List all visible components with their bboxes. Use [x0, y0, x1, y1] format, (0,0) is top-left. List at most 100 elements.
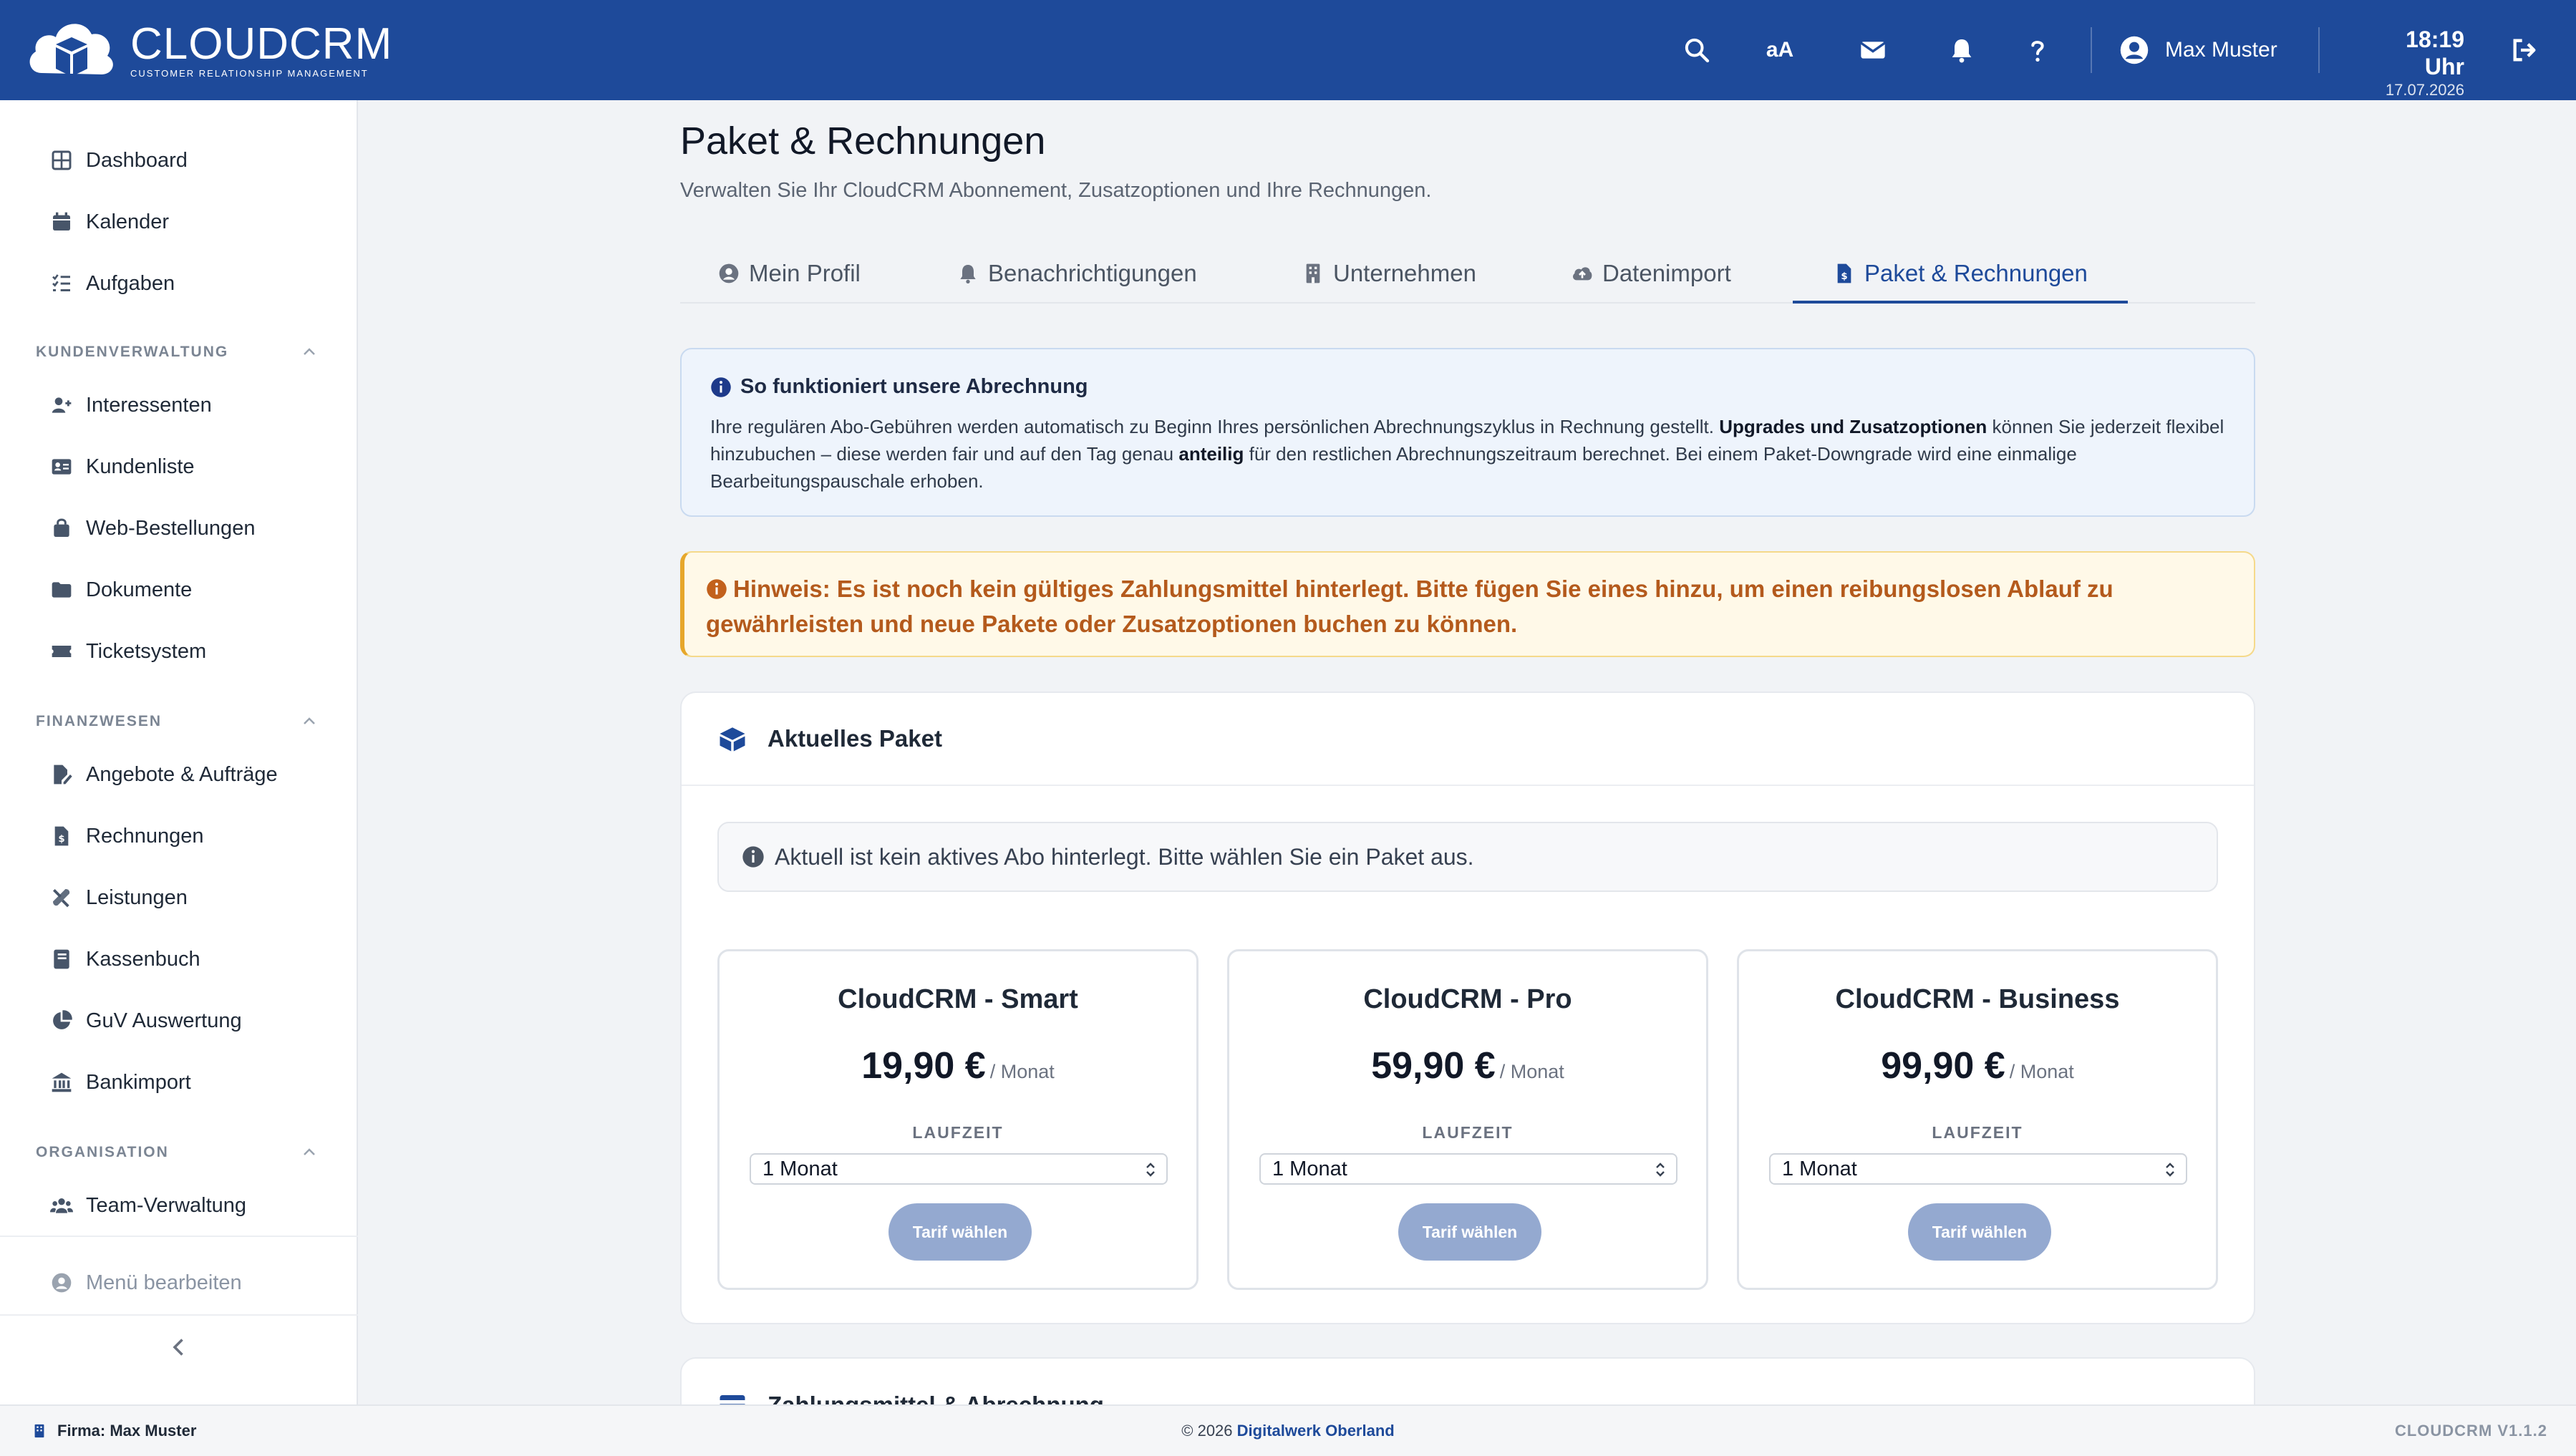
search-icon: [1685, 38, 1710, 63]
plan-price: 59,90 € / Monat: [1229, 1044, 1706, 1087]
active-tab-indicator: [1793, 301, 2128, 304]
price-amount: 99,90 €: [1881, 1045, 2005, 1087]
info-circle-icon: [707, 579, 727, 599]
top-header: CLOUDCRM CUSTOMER RELATIONSHIP MANAGEMEN…: [0, 0, 2576, 100]
chevron-up-icon[interactable]: [301, 344, 318, 361]
select-arrows-icon: [1656, 1163, 1665, 1177]
tab-mein-profil[interactable]: Mein Profil: [717, 243, 861, 304]
invoice-icon: $: [54, 826, 69, 846]
shopping-bag-icon: [54, 518, 69, 537]
book-icon: [54, 949, 69, 969]
sidebar-item-guv[interactable]: GuV Auswertung: [50, 999, 242, 1042]
term-value: 1 Monat: [1782, 1157, 1857, 1180]
plan-name: CloudCRM - Business: [1835, 984, 2120, 1014]
sidebar-item-tasks[interactable]: Aufgaben: [50, 262, 175, 305]
user-menu[interactable]: Max Muster: [2119, 30, 2277, 70]
chevron-up-icon[interactable]: [301, 713, 318, 730]
sidebar-item-dashboard[interactable]: Dashboard: [50, 139, 188, 182]
tab-datenimport[interactable]: Datenimport: [1571, 243, 1731, 304]
info-title-text: So funktioniert unsere Abrechnung: [740, 375, 1088, 398]
term-select[interactable]: 1 Monat: [1769, 1153, 2187, 1185]
sidebar-item-label: Leistungen: [86, 885, 188, 909]
sidebar-divider: [0, 1314, 358, 1316]
info-circle-icon: [711, 377, 731, 397]
bell-icon: [960, 265, 976, 283]
current-package-card: Aktuelles Paket Aktuell ist kein aktives…: [680, 691, 2255, 1324]
sidebar-item-label: Ticketsystem: [86, 639, 207, 663]
users-icon: [50, 1198, 73, 1213]
term-select[interactable]: 1 Monat: [750, 1153, 1168, 1185]
pie-chart-icon: [53, 1010, 72, 1029]
calendar-icon: [53, 212, 70, 230]
info-text-bold: anteilig: [1178, 443, 1244, 465]
term-select[interactable]: 1 Monat: [1259, 1153, 1677, 1185]
tab-paket-rechnungen[interactable]: $ Paket & Rechnungen: [1833, 243, 2088, 304]
sidebar-item-bankimport[interactable]: Bankimport: [50, 1061, 191, 1104]
tab-label: Mein Profil: [749, 260, 861, 286]
invoice-icon: $: [1837, 263, 1851, 283]
info-title: So funktioniert unsere Abrechnung: [710, 375, 2225, 399]
tab-label: Paket & Rechnungen: [1864, 260, 2088, 286]
choose-plan-button[interactable]: Tarif wählen: [888, 1203, 1032, 1261]
sidebar-item-dokumente[interactable]: Dokumente: [50, 568, 192, 611]
sidebar-item-kassenbuch[interactable]: Kassenbuch: [50, 938, 200, 981]
menu-edit-button[interactable]: Menü bearbeiten: [50, 1261, 242, 1304]
clock-time: 18:19 Uhr: [2406, 26, 2464, 79]
sidebar-item-team[interactable]: Team-Verwaltung: [50, 1184, 246, 1227]
search-button[interactable]: [1677, 30, 1717, 70]
sidebar-section-title[interactable]: ORGANISATION: [36, 1144, 169, 1161]
sidebar-item-label: Web-Bestellungen: [86, 516, 256, 540]
ticket-icon: [52, 646, 72, 657]
plan-name: CloudCRM - Pro: [1363, 984, 1572, 1014]
payment-warning: Hinweis: Es ist noch kein gültiges Zahlu…: [680, 551, 2255, 657]
price-period: / Monat: [989, 1061, 1055, 1082]
tab-benachrichtigungen[interactable]: Benachrichtigungen: [957, 243, 1197, 304]
sidebar-section-title[interactable]: FINANZWESEN: [36, 713, 162, 730]
sidebar-section-title[interactable]: KUNDENVERWALTUNG: [36, 344, 228, 361]
sidebar-item-label: Aufgaben: [86, 271, 175, 295]
tab-label: Unternehmen: [1333, 260, 1476, 286]
user-name: Max Muster: [2165, 38, 2277, 62]
sidebar-item-label: Kundenliste: [86, 455, 195, 478]
price-amount: 59,90 €: [1371, 1045, 1496, 1087]
help-button[interactable]: [2018, 30, 2058, 70]
info-text-part: Ihre regulären Abo-Gebühren werden autom…: [710, 416, 1720, 437]
collapse-sidebar-icon[interactable]: [166, 1334, 192, 1360]
info-text-bold: Upgrades und Zusatzoptionen: [1719, 416, 1987, 437]
header-divider: [2091, 27, 2092, 73]
logout-icon: [2513, 39, 2536, 62]
tab-label: Datenimport: [1602, 260, 1731, 286]
building-icon: [1306, 263, 1320, 283]
info-circle-icon: [742, 846, 764, 868]
sidebar-item-kundenliste[interactable]: Kundenliste: [50, 445, 195, 488]
chevron-up-icon[interactable]: [301, 1144, 318, 1161]
sidebar-item-calendar[interactable]: Kalender: [50, 200, 169, 243]
notifications-button[interactable]: [1942, 30, 1982, 70]
question-icon: [2031, 41, 2044, 62]
svg-text:$: $: [1841, 271, 1847, 282]
sidebar-item-web-bestellungen[interactable]: Web-Bestellungen: [50, 507, 255, 550]
logo[interactable]: CLOUDCRM CUSTOMER RELATIONSHIP MANAGEMEN…: [24, 13, 392, 87]
sidebar-item-rechnungen[interactable]: $ Rechnungen: [50, 815, 203, 858]
messages-button[interactable]: [1853, 30, 1893, 70]
sidebar-item-interessenten[interactable]: Interessenten: [50, 384, 212, 427]
font-size-button[interactable]: aA: [1760, 30, 1800, 70]
sidebar-item-ticketsystem[interactable]: Ticketsystem: [50, 630, 206, 673]
tab-unternehmen[interactable]: Unternehmen: [1302, 243, 1476, 304]
copyright-link[interactable]: Digitalwerk Oberland: [1237, 1422, 1395, 1440]
sidebar-item-label: Rechnungen: [86, 824, 204, 848]
price-period: / Monat: [2009, 1061, 2074, 1082]
sidebar-divider: [0, 1236, 358, 1237]
cloud-upload-icon: [1573, 267, 1592, 281]
folder-icon: [52, 582, 72, 598]
sidebar-item-angebote[interactable]: Angebote & Aufträge: [50, 753, 278, 796]
sidebar-item-leistungen[interactable]: Leistungen: [50, 876, 188, 919]
select-arrows-icon: [2166, 1163, 2174, 1177]
choose-plan-button[interactable]: Tarif wählen: [1398, 1203, 1541, 1261]
choose-plan-button[interactable]: Tarif wählen: [1908, 1203, 2051, 1261]
term-value: 1 Monat: [1272, 1157, 1347, 1180]
notice-text: Aktuell ist kein aktives Abo hinterlegt.…: [775, 843, 1474, 870]
select-arrows-icon: [1146, 1163, 1155, 1177]
file-signature-icon: [54, 765, 72, 785]
logout-button[interactable]: [2504, 30, 2544, 70]
